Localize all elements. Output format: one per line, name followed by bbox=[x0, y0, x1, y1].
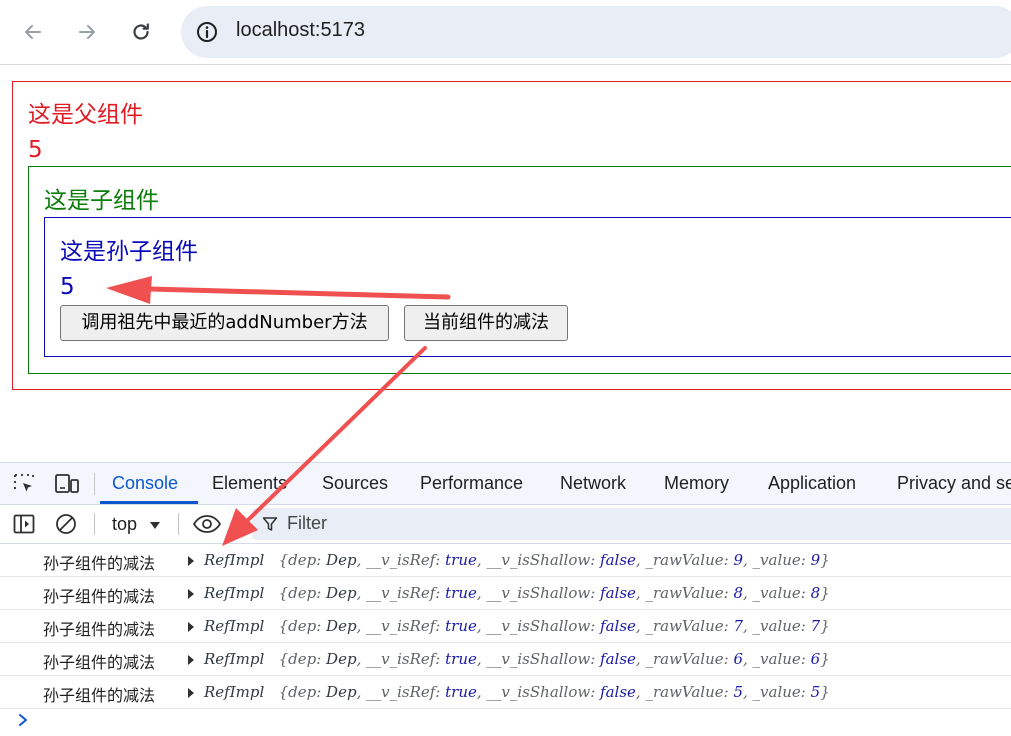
expand-triangle-icon[interactable] bbox=[188, 622, 194, 632]
tab-memory[interactable]: Memory bbox=[664, 463, 729, 504]
log-value: 8 bbox=[810, 584, 821, 602]
device-toolbar-icon[interactable] bbox=[54, 472, 80, 496]
tab-elements[interactable]: Elements bbox=[212, 463, 287, 504]
tab-application[interactable]: Application bbox=[768, 463, 856, 504]
log-raw-value: 6 bbox=[733, 650, 744, 668]
log-class-name: RefImpl bbox=[204, 617, 265, 635]
log-class-name: RefImpl bbox=[204, 584, 265, 602]
log-label: 孙子组件的减法 bbox=[43, 554, 156, 573]
log-label: 孙子组件的减法 bbox=[43, 686, 156, 705]
expand-triangle-icon[interactable] bbox=[188, 688, 194, 698]
tab-performance[interactable]: Performance bbox=[420, 463, 523, 504]
log-raw-value: 7 bbox=[733, 617, 744, 635]
log-dep: Dep bbox=[326, 551, 357, 569]
log-dep: Dep bbox=[326, 584, 357, 602]
log-dep: Dep bbox=[326, 617, 357, 635]
context-label: top bbox=[112, 514, 138, 534]
clear-console-icon[interactable] bbox=[54, 512, 78, 536]
filter-icon bbox=[262, 517, 278, 531]
filter-input[interactable]: Filter bbox=[252, 508, 1011, 540]
sidebar-toggle-icon[interactable] bbox=[12, 512, 36, 536]
log-value: 9 bbox=[810, 551, 821, 569]
inspect-element-icon[interactable] bbox=[12, 472, 36, 496]
log-label: 孙子组件的减法 bbox=[43, 587, 156, 606]
page-viewport: 这是父组件 5 这是子组件 这是孙子组件 5 调用祖先中最近的addNumber… bbox=[0, 65, 1011, 462]
tab-privacy-and-security[interactable]: Privacy and se bbox=[897, 463, 1011, 504]
site-info-icon[interactable] bbox=[195, 20, 219, 44]
context-selector[interactable]: top bbox=[112, 505, 172, 543]
address-bar[interactable]: localhost:5173 bbox=[181, 6, 1011, 58]
subtract-button[interactable]: 当前组件的减法 bbox=[404, 305, 568, 341]
reload-button[interactable] bbox=[123, 14, 159, 50]
forward-arrow-icon bbox=[79, 25, 95, 39]
log-class-name: RefImpl bbox=[204, 551, 265, 569]
log-isshallow: false bbox=[600, 584, 636, 602]
forward-button[interactable] bbox=[69, 14, 105, 50]
log-dep: Dep bbox=[326, 650, 357, 668]
dropdown-arrow-icon bbox=[150, 522, 160, 529]
log-label: 孙子组件的减法 bbox=[43, 653, 156, 672]
devtools-panel: Console Elements Sources Performance Net… bbox=[0, 462, 1011, 736]
console-toolbar: top Filter bbox=[0, 505, 1011, 544]
browser-toolbar: localhost:5173 bbox=[0, 0, 1011, 65]
console-log-row: 孙子组件的减法 RefImpl {dep: Dep, __v_isRef: tru… bbox=[0, 643, 1011, 676]
log-raw-value: 5 bbox=[733, 683, 744, 701]
log-value: 7 bbox=[810, 617, 821, 635]
console-log-row: 孙子组件的减法 RefImpl {dep: Dep, __v_isRef: tru… bbox=[0, 610, 1011, 643]
parent-value: 5 bbox=[28, 137, 43, 163]
console-prompt-chevron-icon[interactable] bbox=[17, 713, 29, 727]
log-isref: true bbox=[445, 617, 477, 635]
log-object-preview[interactable]: RefImpl {dep: Dep, __v_isRef: true, __v_… bbox=[204, 584, 830, 602]
console-log-row: 孙子组件的减法 RefImpl {dep: Dep, __v_isRef: tru… bbox=[0, 676, 1011, 709]
console-log-list: 孙子组件的减法 RefImpl {dep: Dep, __v_isRef: tru… bbox=[0, 544, 1011, 709]
log-isref: true bbox=[445, 650, 477, 668]
log-object-preview[interactable]: RefImpl {dep: Dep, __v_isRef: true, __v_… bbox=[204, 551, 830, 569]
tab-sources[interactable]: Sources bbox=[322, 463, 388, 504]
log-isref: true bbox=[445, 551, 477, 569]
expand-triangle-icon[interactable] bbox=[188, 655, 194, 665]
url-text[interactable]: localhost:5173 bbox=[236, 19, 365, 42]
grandchild-value: 5 bbox=[60, 274, 75, 300]
log-class-name: RefImpl bbox=[204, 650, 265, 668]
log-object-preview[interactable]: RefImpl {dep: Dep, __v_isRef: true, __v_… bbox=[204, 683, 830, 701]
log-value: 6 bbox=[810, 650, 821, 668]
devtools-tab-bar: Console Elements Sources Performance Net… bbox=[0, 463, 1011, 505]
grandchild-title: 这是孙子组件 bbox=[60, 239, 198, 265]
console-log-row: 孙子组件的减法 RefImpl {dep: Dep, __v_isRef: tru… bbox=[0, 544, 1011, 577]
back-arrow-icon bbox=[25, 25, 41, 39]
tab-network[interactable]: Network bbox=[560, 463, 626, 504]
log-raw-value: 9 bbox=[733, 551, 744, 569]
active-tab-indicator bbox=[100, 501, 198, 504]
tab-console[interactable]: Console bbox=[112, 463, 178, 504]
log-label: 孙子组件的减法 bbox=[43, 620, 156, 639]
log-isref: true bbox=[445, 683, 477, 701]
log-isshallow: false bbox=[600, 617, 636, 635]
eye-icon[interactable] bbox=[192, 512, 222, 536]
log-isshallow: false bbox=[600, 650, 636, 668]
log-isshallow: false bbox=[600, 683, 636, 701]
expand-triangle-icon[interactable] bbox=[188, 556, 194, 566]
log-dep: Dep bbox=[326, 683, 357, 701]
parent-title: 这是父组件 bbox=[28, 102, 143, 128]
console-log-row: 孙子组件的减法 RefImpl {dep: Dep, __v_isRef: tru… bbox=[0, 577, 1011, 610]
log-value: 5 bbox=[810, 683, 821, 701]
filter-placeholder: Filter bbox=[287, 513, 327, 533]
log-class-name: RefImpl bbox=[204, 683, 265, 701]
log-object-preview[interactable]: RefImpl {dep: Dep, __v_isRef: true, __v_… bbox=[204, 650, 830, 668]
call-ancestor-addnumber-button[interactable]: 调用祖先中最近的addNumber方法 bbox=[60, 305, 389, 341]
log-isshallow: false bbox=[600, 551, 636, 569]
reload-icon bbox=[133, 23, 149, 40]
log-object-preview[interactable]: RefImpl {dep: Dep, __v_isRef: true, __v_… bbox=[204, 617, 830, 635]
expand-triangle-icon[interactable] bbox=[188, 589, 194, 599]
log-isref: true bbox=[445, 584, 477, 602]
child-title: 这是子组件 bbox=[44, 188, 159, 214]
log-raw-value: 8 bbox=[733, 584, 744, 602]
back-button[interactable] bbox=[15, 14, 51, 50]
